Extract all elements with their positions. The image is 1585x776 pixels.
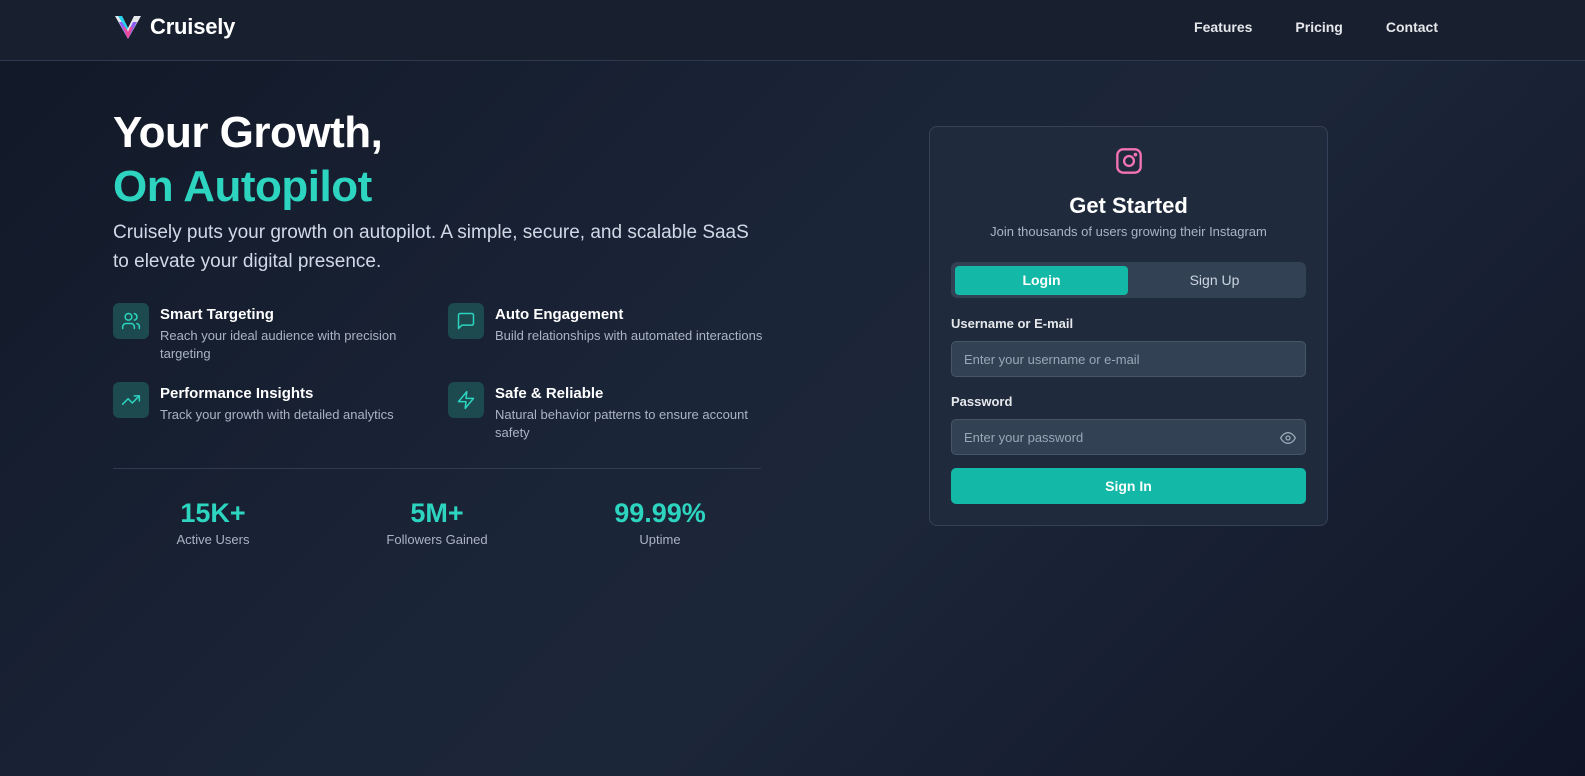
nav-pricing[interactable]: Pricing <box>1295 19 1342 35</box>
sign-in-button[interactable]: Sign In <box>951 468 1306 504</box>
stat-value: 99.99% <box>614 498 706 528</box>
stat-value: 5M+ <box>410 498 464 528</box>
trending-up-icon <box>113 382 149 418</box>
hero-title: Your Growth, On Autopilot <box>113 106 383 214</box>
card-subtitle: Join thousands of users growing their In… <box>990 224 1267 239</box>
tab-sign-up[interactable]: Sign Up <box>1128 266 1301 295</box>
password-input[interactable] <box>951 419 1306 455</box>
divider <box>113 468 761 469</box>
feature-description: Natural behavior patterns to ensure acco… <box>495 407 748 440</box>
nav-contact[interactable]: Contact <box>1386 19 1438 35</box>
feature-description: Reach your ideal audience with precision… <box>160 328 397 361</box>
hero-title-line1: Your Growth, <box>113 108 383 157</box>
password-label: Password <box>951 394 1013 409</box>
feature-title: Auto Engagement <box>495 306 624 323</box>
stat-value: 15K+ <box>180 498 246 528</box>
stat-label: Followers Gained <box>386 532 488 547</box>
nav-features[interactable]: Features <box>1194 19 1252 35</box>
tab-login[interactable]: Login <box>955 266 1128 295</box>
auth-tabs: Login Sign Up <box>951 262 1306 298</box>
lightning-icon <box>448 382 484 418</box>
feature-smart-targeting: Smart Targeting Reach your ideal audienc… <box>113 303 433 363</box>
feature-title: Performance Insights <box>160 385 314 402</box>
chevron-v-logo-icon <box>115 16 141 39</box>
stat-label: Active Users <box>176 532 250 547</box>
message-icon <box>448 303 484 339</box>
username-input[interactable] <box>951 341 1306 377</box>
hero-description: Cruisely puts your growth on autopilot. … <box>113 222 749 272</box>
hero-title-line2: On Autopilot <box>113 162 372 211</box>
eye-icon[interactable] <box>1280 430 1296 446</box>
login-card: Get Started Join thousands of users grow… <box>929 126 1328 526</box>
brand-name: Cruisely <box>150 14 236 39</box>
feature-description: Build relationships with automated inter… <box>495 328 763 343</box>
stat-followers-gained: 5M+ Followers Gained <box>337 497 537 547</box>
instagram-icon <box>1116 148 1142 174</box>
users-icon <box>113 303 149 339</box>
feature-title: Smart Targeting <box>160 306 274 323</box>
stat-label: Uptime <box>639 532 681 547</box>
feature-safe-reliable: Safe & Reliable Natural behavior pattern… <box>448 382 768 442</box>
feature-description: Track your growth with detailed analytic… <box>160 407 394 422</box>
card-title: Get Started <box>1069 193 1188 218</box>
stat-active-users: 15K+ Active Users <box>113 497 313 547</box>
stat-uptime: 99.99% Uptime <box>560 497 760 547</box>
brand-logo[interactable]: Cruisely <box>114 14 235 40</box>
feature-title: Safe & Reliable <box>495 385 604 402</box>
main-nav: Features Pricing Contact <box>1194 19 1438 35</box>
username-label: Username or E-mail <box>951 316 1074 331</box>
feature-auto-engagement: Auto Engagement Build relationships with… <box>448 303 768 345</box>
top-header: Cruisely Features Pricing Contact <box>0 0 1585 61</box>
feature-performance-insights: Performance Insights Track your growth w… <box>113 382 433 424</box>
